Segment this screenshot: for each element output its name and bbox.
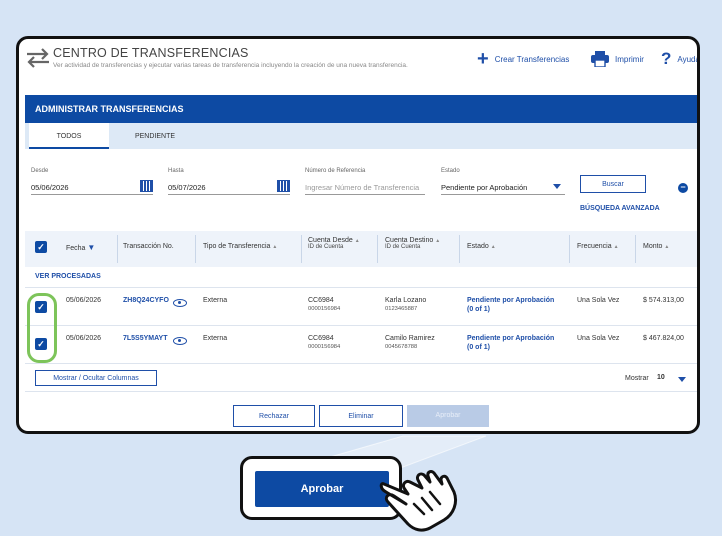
col-from[interactable]: Cuenta Desde ▲ ID de Cuenta [308, 237, 360, 250]
sort-icon: ▲ [490, 244, 496, 250]
tab-bar: TODOS PENDIENTE [25, 123, 697, 149]
sort-icon: ▲ [664, 244, 670, 250]
sort-icon: ▲ [272, 244, 278, 250]
col-to[interactable]: Cuenta Destino ▲ ID de Cuenta [385, 237, 440, 250]
row-frequency: Una Sola Vez [577, 297, 620, 304]
page-size-label: Mostrar [625, 375, 649, 382]
row-from-account: CC6984 0000156984 [308, 297, 341, 312]
reference-input[interactable]: Ingresar Número de Transferencia [305, 179, 425, 195]
sort-icon: ▲ [354, 238, 360, 244]
section-title: ADMINISTRAR TRANSFERENCIAS [25, 95, 697, 123]
divider [25, 391, 697, 392]
col-status[interactable]: Estado ▲ [467, 243, 496, 250]
to-date-field[interactable]: 05/07/2026 [168, 179, 290, 195]
page-size-select[interactable]: 10 [657, 374, 665, 381]
row-divider [25, 287, 697, 288]
col-type[interactable]: Tipo de Transferencia ▲ [203, 243, 277, 250]
row-divider [25, 325, 697, 326]
calendar-icon[interactable] [277, 180, 290, 192]
sort-icon: ▲ [613, 244, 619, 250]
col-amount[interactable]: Monto ▲ [643, 243, 669, 250]
row-date: 05/06/2026 [66, 335, 102, 342]
group-label[interactable]: VER PROCESADAS [35, 273, 101, 280]
row-from-account: CC6984 0000156984 [308, 335, 341, 350]
status-label: Estado [441, 168, 460, 174]
from-label: Desde [31, 168, 49, 174]
column-divider [635, 235, 636, 263]
app-window: CENTRO DE TRANSFERENCIAS Ver actividad d… [16, 36, 700, 434]
row-frequency: Una Sola Vez [577, 335, 620, 342]
column-divider [377, 235, 378, 263]
row-divider [25, 363, 697, 364]
column-divider [117, 235, 118, 263]
chevron-down-icon[interactable] [678, 377, 686, 382]
page-header: CENTRO DE TRANSFERENCIAS Ver actividad d… [19, 39, 697, 89]
help-button[interactable]: ? Ayuda [661, 49, 697, 68]
column-divider [569, 235, 570, 263]
tab-todos[interactable]: TODOS [29, 123, 109, 149]
row-amount: $ 574.313,00 [643, 297, 684, 304]
to-label: Hasta [168, 168, 184, 174]
page-subtitle: Ver actividad de transferencias y ejecut… [53, 62, 408, 69]
col-transaction[interactable]: Transacción No. [123, 243, 174, 250]
row-type: Externa [203, 297, 228, 304]
collapse-icon[interactable]: − [678, 183, 688, 193]
eye-icon[interactable] [173, 337, 187, 345]
row-transaction-link[interactable]: 7L5S5YMAYT [123, 335, 167, 342]
selection-highlight [27, 293, 57, 363]
row-date: 05/06/2026 [66, 297, 102, 304]
column-divider [195, 235, 196, 263]
col-date[interactable]: Fecha ▼ [66, 243, 95, 252]
from-date-field[interactable]: 05/06/2026 [31, 179, 153, 195]
col-frequency[interactable]: Frecuencia ▲ [577, 243, 619, 250]
page-title: CENTRO DE TRANSFERENCIAS [53, 46, 249, 60]
transfer-arrows-icon [27, 48, 49, 68]
chevron-down-icon [553, 184, 561, 189]
row-to-account: Camilo Ramirez 0045678788 [385, 335, 435, 350]
row-transaction-link[interactable]: ZH8Q24CYFO [123, 297, 169, 304]
row-to-account: Karla Lozano 0123465887 [385, 297, 427, 312]
plus-icon: + [477, 48, 489, 70]
calendar-icon[interactable] [140, 180, 153, 192]
approve-button-small[interactable]: Aprobar [407, 405, 489, 427]
row-status-link[interactable]: Pendiente por Aprobación (0 of 1) [467, 297, 554, 313]
create-transfer-button[interactable]: + Crear Transferencias [477, 48, 569, 70]
sort-icon: ▲ [435, 238, 441, 244]
status-select[interactable]: Pendiente por Aprobación [441, 179, 565, 195]
tab-pendiente[interactable]: PENDIENTE [115, 123, 195, 149]
row-type: Externa [203, 335, 228, 342]
advanced-search-link[interactable]: BÚSQUEDA AVANZADA [580, 205, 660, 212]
reference-label: Número de Referencia [305, 168, 366, 174]
show-hide-columns-button[interactable]: Mostrar / Ocultar Columnas [35, 370, 157, 386]
question-icon: ? [661, 49, 672, 68]
sort-down-icon: ▼ [87, 243, 96, 252]
eye-icon[interactable] [173, 299, 187, 307]
pointer-hand-icon [379, 470, 458, 532]
delete-button[interactable]: Eliminar [319, 405, 403, 427]
print-button[interactable]: Imprimir [591, 51, 644, 67]
row-amount: $ 467.824,00 [643, 335, 684, 342]
approve-button[interactable]: Aprobar [255, 471, 389, 507]
row-status-link[interactable]: Pendiente por Aprobación (0 of 1) [467, 335, 554, 351]
column-divider [459, 235, 460, 263]
select-all-checkbox[interactable]: ✓ [35, 241, 47, 253]
printer-icon [591, 51, 609, 67]
reject-button[interactable]: Rechazar [233, 405, 315, 427]
column-divider [301, 235, 302, 263]
search-button[interactable]: Buscar [580, 175, 646, 193]
